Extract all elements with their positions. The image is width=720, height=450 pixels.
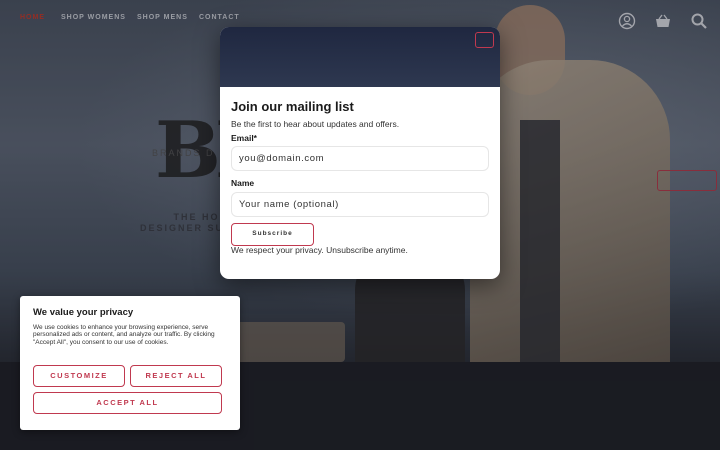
modal-subtitle: Be the first to hear about updates and o… [231,119,400,129]
close-button[interactable] [475,32,494,48]
reject-all-button[interactable]: REJECT ALL [130,365,222,387]
mailing-list-modal: Join our mailing list Be the first to he… [220,27,500,279]
name-field[interactable]: Your name (optional) [231,192,489,217]
name-label: Name [231,178,255,188]
email-label: Email* [231,133,257,143]
modal-header-image [220,27,500,87]
cookie-title: We value your privacy [33,307,134,318]
email-field[interactable]: you@domain.com [231,146,489,171]
customize-button[interactable]: CUSTOMIZE [33,365,125,387]
privacy-note: We respect your privacy. Unsubscribe any… [231,245,408,255]
cookie-consent-panel: We value your privacy We use cookies to … [20,296,240,430]
modal-title: Join our mailing list [231,99,354,114]
cookie-text: We use cookies to enhance your browsing … [33,324,215,346]
subscribe-button[interactable]: Subscribe [231,223,314,246]
accept-all-button[interactable]: ACCEPT ALL [33,392,222,414]
